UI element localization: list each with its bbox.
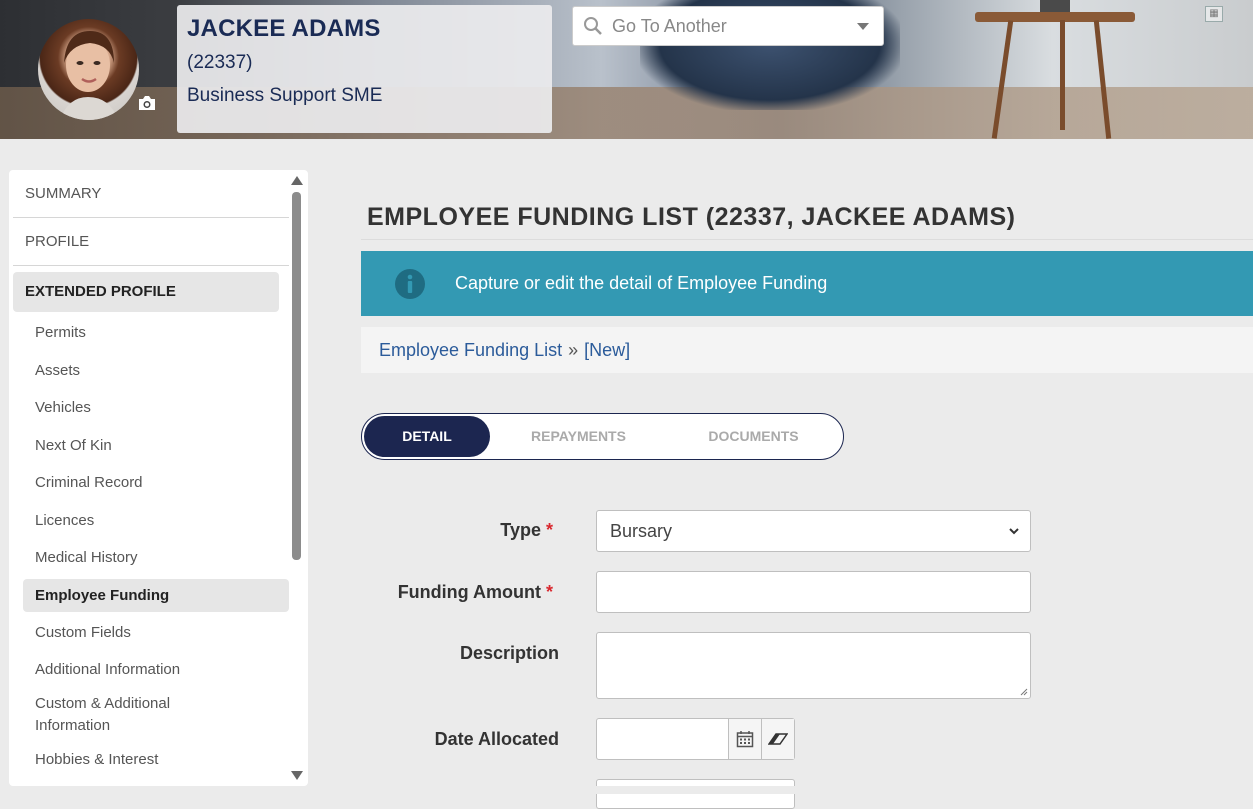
breadcrumb-separator: » [568, 339, 579, 360]
tab-detail[interactable]: DETAIL [364, 416, 490, 457]
type-select-value: Bursary [610, 520, 673, 541]
scroll-down-arrow-icon[interactable] [291, 771, 303, 780]
chevron-down-icon [1009, 528, 1019, 535]
sidebar-scrollbar[interactable] [290, 174, 304, 782]
next-date-field[interactable] [596, 779, 795, 809]
sidebar-item-summary[interactable]: SUMMARY [13, 170, 289, 218]
calendar-button[interactable] [728, 719, 761, 759]
sidebar-item-additional-information[interactable]: Additional Information [13, 651, 289, 689]
clear-date-button[interactable] [761, 719, 794, 759]
info-banner: Capture or edit the detail of Employee F… [361, 251, 1253, 316]
funding-amount-label: Funding Amount * [380, 582, 553, 603]
avatar-portrait [60, 31, 118, 120]
sidebar-item-custom-fields[interactable]: Custom Fields [13, 614, 289, 652]
sidebar-item-licences[interactable]: Licences [13, 502, 289, 540]
employee-card: JACKEE ADAMS (22337) Business Support SM… [177, 5, 552, 133]
sidebar-item-hobbies-interest[interactable]: Hobbies & Interest [13, 741, 289, 779]
viewport-edge [330, 786, 1253, 794]
sidebar: SUMMARY PROFILE EXTENDED PROFILE Permits… [9, 170, 308, 786]
resize-grip-icon[interactable] [1020, 688, 1028, 696]
grid-icon[interactable]: ▦ [1205, 6, 1223, 22]
chevron-down-icon[interactable] [857, 22, 869, 30]
date-allocated-label: Date Allocated [434, 729, 559, 749]
breadcrumb-current[interactable]: [New] [584, 340, 630, 361]
info-message: Capture or edit the detail of Employee F… [455, 273, 828, 293]
sidebar-item-assets[interactable]: Assets [13, 352, 289, 390]
description-textarea[interactable] [596, 632, 1031, 699]
type-select[interactable]: Bursary [596, 510, 1031, 552]
employee-name: JACKEE ADAMS [187, 15, 381, 42]
required-marker: * [545, 520, 553, 540]
scroll-up-arrow-icon[interactable] [291, 176, 303, 185]
tab-documents[interactable]: DOCUMENTS [687, 416, 820, 457]
calendar-icon [736, 731, 754, 748]
sidebar-item-permits[interactable]: Permits [13, 314, 289, 352]
info-icon [395, 268, 425, 299]
type-label-text: Type [500, 520, 541, 540]
type-label: Type * [440, 520, 553, 541]
camera-icon[interactable] [137, 95, 157, 111]
goto-another-select[interactable]: Go To Another [572, 6, 884, 46]
sidebar-item-medical-history[interactable]: Medical History [13, 539, 289, 577]
goto-placeholder: Go To Another [612, 15, 727, 36]
title-divider [361, 239, 1253, 240]
sidebar-item-next-of-kin[interactable]: Next Of Kin [13, 427, 289, 465]
funding-amount-input[interactable] [596, 571, 1031, 613]
eraser-icon [768, 733, 788, 745]
description-label: Description [459, 643, 559, 663]
banner-table-leg [1060, 20, 1065, 130]
tab-repayments[interactable]: REPAYMENTS [512, 416, 645, 457]
employee-code: (22337) [187, 52, 253, 73]
sidebar-item-profile[interactable]: PROFILE [13, 218, 289, 266]
funding-amount-label-text: Funding Amount [397, 582, 541, 602]
search-icon [584, 17, 602, 35]
sidebar-item-employee-funding[interactable]: Employee Funding [23, 578, 289, 612]
scrollbar-thumb[interactable] [292, 192, 301, 560]
date-allocated-field [596, 718, 795, 760]
sidebar-menu: SUMMARY PROFILE EXTENDED PROFILE Permits… [13, 170, 289, 778]
employee-role: Business Support SME [187, 85, 383, 106]
required-marker: * [545, 582, 553, 602]
breadcrumb: Employee Funding List » [New] [361, 327, 1253, 373]
sidebar-item-extended-profile[interactable]: EXTENDED PROFILE [13, 272, 279, 312]
page-title: EMPLOYEE FUNDING LIST (22337, JACKEE ADA… [367, 203, 1016, 231]
banner-table [975, 12, 1135, 22]
sidebar-item-custom-additional-information[interactable]: Custom & Additional Information [13, 689, 213, 741]
tab-bar: DETAIL REPAYMENTS DOCUMENTS [361, 413, 844, 460]
avatar[interactable] [38, 19, 139, 120]
sidebar-item-vehicles[interactable]: Vehicles [13, 389, 289, 427]
sidebar-item-criminal-record[interactable]: Criminal Record [13, 464, 289, 502]
breadcrumb-parent-link[interactable]: Employee Funding List [379, 340, 562, 361]
date-allocated-input[interactable] [597, 719, 728, 759]
